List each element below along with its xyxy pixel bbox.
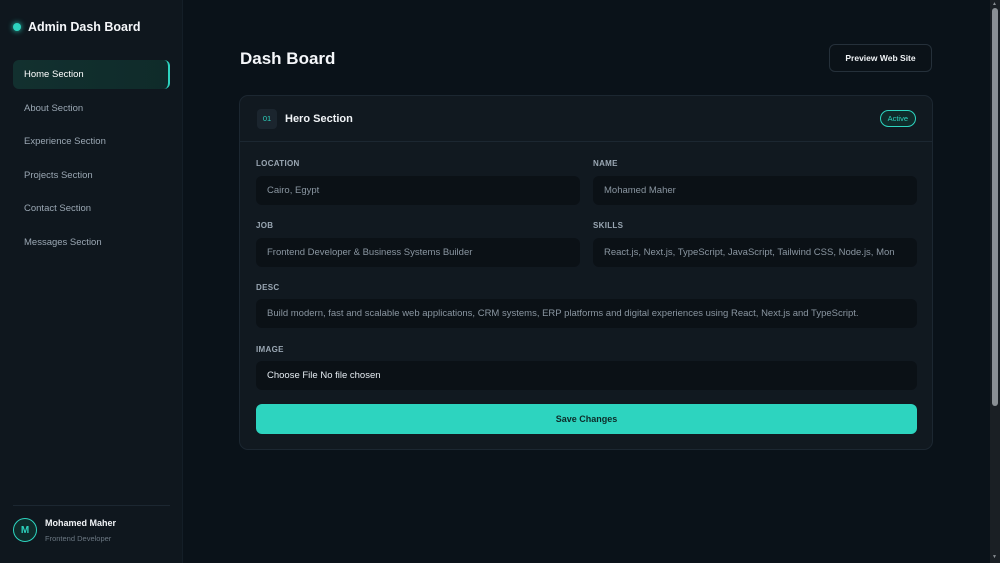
sidebar-item-messages[interactable]: Messages Section — [13, 228, 170, 257]
skills-label: SKILLS — [593, 221, 624, 230]
user-profile: M Mohamed Maher Frontend Developer — [13, 505, 170, 543]
job-field[interactable]: Frontend Developer & Business Systems Bu… — [256, 238, 580, 267]
user-name: Mohamed Maher — [45, 518, 117, 528]
sidebar-nav: Home Section About Section Experience Se… — [13, 60, 170, 262]
desc-label: DESC — [256, 283, 280, 292]
card-header: 01 Hero Section Active — [240, 96, 932, 142]
brand-dot-icon — [13, 23, 21, 31]
brand: Admin Dash Board — [13, 20, 141, 34]
sidebar-item-experience[interactable]: Experience Section — [13, 127, 170, 156]
desc-field[interactable]: Build modern, fast and scalable web appl… — [256, 299, 917, 328]
name-field[interactable]: Mohamed Maher — [593, 176, 917, 205]
card-title: Hero Section — [285, 112, 353, 125]
name-label: NAME — [593, 159, 618, 168]
sidebar-item-contact[interactable]: Contact Section — [13, 194, 170, 223]
status-badge: Active — [879, 110, 916, 127]
image-label: IMAGE — [256, 345, 284, 354]
sidebar-item-about[interactable]: About Section — [13, 94, 170, 123]
preview-website-button[interactable]: Preview Web Site — [829, 44, 932, 72]
brand-title: Admin Dash Board — [28, 20, 141, 34]
user-role: Frontend Developer — [45, 534, 112, 543]
scroll-down-arrow-icon[interactable]: ▼ — [992, 554, 997, 560]
location-label: LOCATION — [256, 159, 300, 168]
section-number-badge: 01 — [257, 108, 277, 129]
avatar: M — [13, 518, 37, 542]
hero-section-card: 01 Hero Section Active LOCATION Cairo, E… — [239, 95, 933, 450]
sidebar-item-home[interactable]: Home Section — [13, 60, 170, 89]
sidebar: Admin Dash Board Home Section About Sect… — [0, 0, 183, 563]
save-changes-button[interactable]: Save Changes — [256, 404, 917, 434]
scroll-up-arrow-icon[interactable]: ▲ — [992, 1, 997, 7]
image-file-input[interactable]: Choose File No file chosen — [256, 361, 917, 390]
scrollbar-thumb[interactable] — [992, 8, 998, 406]
job-label: JOB — [256, 221, 274, 230]
skills-field[interactable]: React.js, Next.js, TypeScript, JavaScrip… — [593, 238, 917, 267]
location-field[interactable]: Cairo, Egypt — [256, 176, 580, 205]
sidebar-item-projects[interactable]: Projects Section — [13, 161, 170, 190]
page-title: Dash Board — [240, 49, 336, 68]
page-scrollbar[interactable]: ▲ ▼ — [990, 0, 1000, 563]
